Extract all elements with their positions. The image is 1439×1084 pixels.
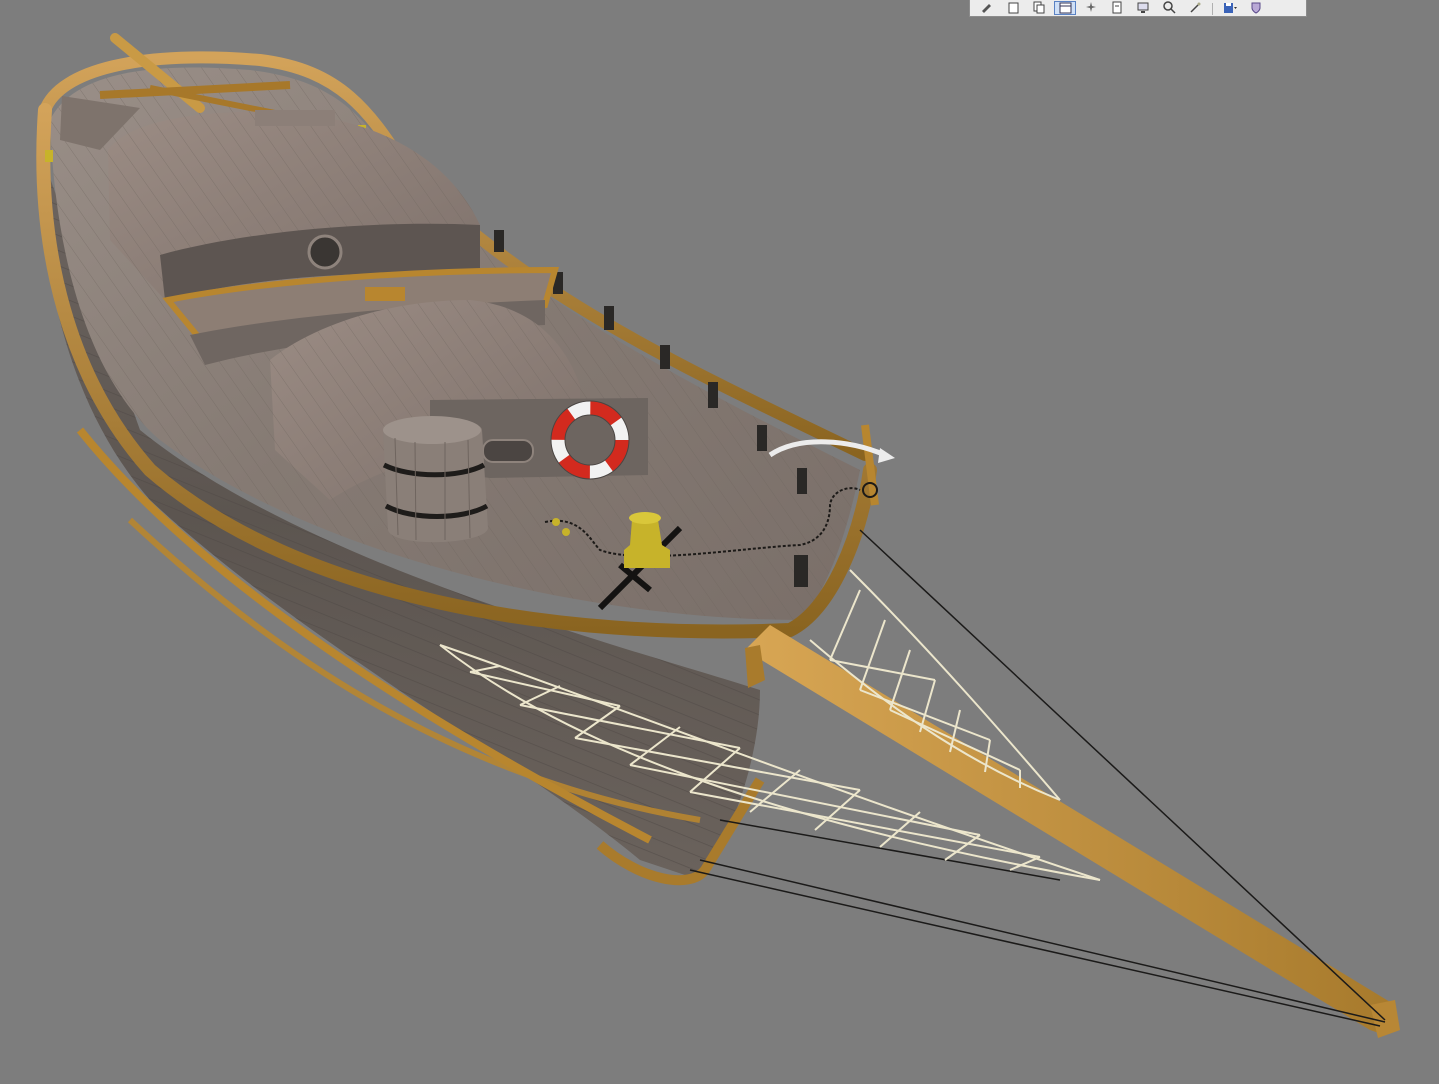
copy-button[interactable] <box>1028 1 1050 15</box>
pencil-icon <box>980 0 995 14</box>
wand-icon <box>1188 0 1203 14</box>
page-button[interactable] <box>1002 1 1024 15</box>
monitor-button[interactable] <box>1132 1 1154 15</box>
bowsprit <box>745 625 1400 1038</box>
save-dropdown-button[interactable] <box>1219 1 1241 15</box>
document-button[interactable] <box>1106 1 1128 15</box>
viewer-toolbar <box>969 0 1307 17</box>
pencil-button[interactable] <box>976 1 998 15</box>
zoom-button[interactable] <box>1158 1 1180 15</box>
star-burst-button[interactable] <box>1080 1 1102 15</box>
boat-model <box>36 33 1400 1038</box>
copy-icon <box>1032 0 1047 14</box>
zoom-icon <box>1162 0 1177 14</box>
monitor-icon <box>1136 0 1151 14</box>
shield-button[interactable] <box>1245 1 1267 15</box>
frame-select-button[interactable] <box>1054 1 1076 15</box>
document-icon <box>1110 0 1125 14</box>
page-icon <box>1006 0 1021 14</box>
star-burst-icon <box>1084 0 1099 14</box>
barrel <box>382 416 489 543</box>
toolbar-separator <box>1212 3 1213 15</box>
shield-icon <box>1249 0 1264 14</box>
frame-select-icon <box>1058 0 1073 14</box>
3d-viewport[interactable] <box>0 0 1439 1080</box>
wand-button[interactable] <box>1184 1 1206 15</box>
save-dropdown-icon <box>1223 0 1238 14</box>
